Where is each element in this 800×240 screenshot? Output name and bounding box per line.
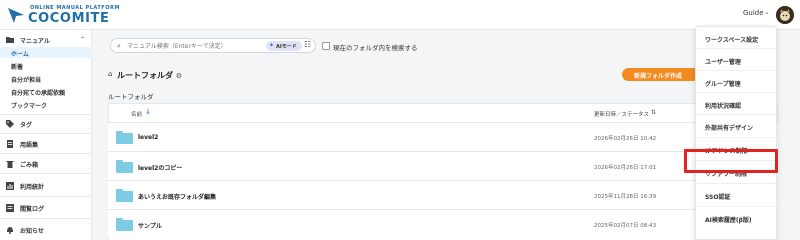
menu-item-label: 利用状況確認 [705,103,742,110]
folder-icon [6,36,14,44]
sidebar-item-label: 新着 [11,64,24,71]
menu-item-usage-status[interactable]: 利用状況確認 [696,93,778,115]
sidebar-item-trash[interactable]: ごみ箱 [0,158,92,170]
log-icon [6,204,14,212]
folder-icon [116,189,133,202]
ai-mode-toggle[interactable]: ✦ AIモード [266,41,302,51]
current-folder-label: 現在のフォルダ内を検索する [333,44,418,52]
folder-icon [116,218,133,231]
new-folder-button[interactable]: 新規フォルダ作成 [622,68,700,81]
table-row[interactable]: サンプル 2025年02月07日 08:43 [108,209,778,238]
menu-item-ai-search-history[interactable]: AI検索履歴(β版) [696,207,778,230]
folder-icon [116,160,133,173]
row-date: 2026年02月26日 17:01 [594,165,657,171]
sidebar-item-label: 自分宛ての承認依頼 [11,90,66,97]
sidebar-item-tags[interactable]: タグ [0,118,92,130]
sidebar-item-label: タグ [20,122,33,129]
divider [0,196,92,197]
guide-menu[interactable]: Guide [743,9,764,17]
divider [0,133,92,134]
sidebar-item-manual[interactable]: マニュアル ⌃ [0,34,92,46]
sidebar-item-logs[interactable]: 閲覧ログ [0,202,92,214]
sidebar-item-label: マニュアル [20,38,50,45]
gear-icon[interactable]: ⚙ [176,72,182,80]
divider [0,218,92,219]
breadcrumb[interactable]: ルートフォルダ [108,91,154,101]
sidebar-item-bookmarks[interactable]: ブックマーク [0,99,92,110]
bell-icon [6,226,14,234]
divider [0,114,92,115]
menu-item-label: 外部共有デザイン [705,125,754,132]
row-name[interactable]: level2 [138,134,158,141]
divider [0,153,92,154]
admin-dropdown-menu: ワークスペース設定 ユーザー管理 グループ管理 利用状況確認 外部共有デザイン … [695,26,778,240]
sidebar: マニュアル ⌃ ホーム 新着 自分が担当 自分宛ての承認依頼 ブックマーク タグ… [0,30,92,240]
avatar-image [776,6,794,24]
menu-item-external-share-design[interactable]: 外部共有デザイン [696,115,778,138]
new-folder-button-label: 新規フォルダ作成 [634,73,683,80]
logo-mark-icon [8,8,24,23]
glossary-icon [6,140,14,148]
folder-icon [116,131,133,144]
sidebar-item-label: お知らせ [20,228,44,235]
row-date: 2025年11月28日 16:39 [594,194,657,200]
home-icon: ⌂ [108,70,113,78]
ai-mode-label: AIモード [276,44,297,50]
table-row[interactable]: level2のコピー 2026年02月26日 17:01 [108,151,778,180]
row-name[interactable]: あいうえお既存フォルダ編集 [138,192,216,201]
sidebar-item-label: ホーム [11,51,29,58]
sidebar-item-mine[interactable]: 自分が担当 [0,73,92,84]
column-header-updated[interactable]: 更新日時／ステータス [594,110,649,118]
row-date: 2026年02月26日 10:42 [594,136,657,142]
brand-logo[interactable]: ONLINE MANUAL PLATFORM COCOMITE [6,4,126,26]
menu-item-label: SSO認証 [705,194,731,201]
column-header-name[interactable]: 名前 [131,110,142,118]
sidebar-item-label: ブックマーク [11,103,48,110]
row-date: 2025年02月07日 08:43 [594,223,657,229]
row-name[interactable]: サンプル [138,221,162,230]
sidebar-item-home[interactable]: ホーム [0,47,92,58]
table-row[interactable]: level2 2026年02月26日 10:42 [108,122,778,151]
menu-item-label: AI検索履歴(β版) [705,217,752,224]
sidebar-item-stats[interactable]: 利用統計 [0,180,92,192]
current-folder-checkbox[interactable] [322,42,330,50]
brand-name: COCOMITE [28,11,110,26]
row-name[interactable]: level2のコピー [138,163,182,172]
sidebar-item-label: 利用統計 [20,184,45,191]
tag-icon [6,120,14,128]
sidebar-item-glossary[interactable]: 用語集 [0,138,92,150]
search-icon: ⌕ [117,42,121,50]
trash-icon [6,160,14,168]
sidebar-item-approvals[interactable]: 自分宛ての承認依頼 [0,86,92,97]
top-header: ONLINE MANUAL PLATFORM COCOMITE Guide ⌄ [0,0,800,30]
sidebar-item-label: 自分が担当 [11,77,42,84]
sort-arrow-down-icon[interactable]: ↓ [145,108,151,116]
sidebar-item-notices[interactable]: お知らせ [0,224,92,236]
chart-icon [6,182,14,190]
menu-item-label: ユーザー管理 [705,59,741,66]
sort-toggle-icon[interactable]: ⇅ [651,109,656,116]
filter-settings-icon[interactable]: ☷ [304,40,311,49]
menu-item-label: グループ管理 [705,81,741,88]
chevron-up-icon[interactable]: ⌃ [80,36,85,43]
ai-sparkle-icon: ✦ [269,42,275,49]
menu-item-group-management[interactable]: グループ管理 [696,71,778,93]
sidebar-item-label: ごみ箱 [20,162,39,169]
divider [0,173,92,174]
page-title: ルートフォルダ ⚙ [117,70,182,81]
avatar[interactable] [776,6,794,24]
menu-item-workspace-settings[interactable]: ワークスペース設定 [696,27,778,49]
search-input[interactable] [127,41,267,51]
sidebar-item-label: 用語集 [20,142,39,149]
menu-item-label: ワークスペース設定 [705,37,759,44]
sidebar-item-new[interactable]: 新着 [0,60,92,71]
menu-item-user-management[interactable]: ユーザー管理 [696,49,778,71]
sidebar-item-label: 閲覧ログ [20,206,45,213]
chevron-down-icon[interactable]: ⌄ [764,8,770,16]
table-row[interactable]: あいうえお既存フォルダ編集 2025年11月28日 16:39 [108,180,778,209]
highlight-box [684,149,778,173]
page-title-text: ルートフォルダ [117,71,173,80]
menu-item-sso[interactable]: SSO認証 [696,184,778,207]
